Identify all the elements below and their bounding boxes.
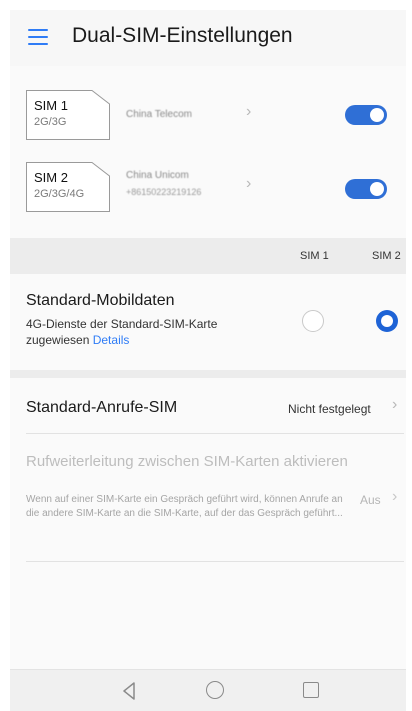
chevron-right-icon: › [392,488,398,505]
sim1-row[interactable]: SIM 1 2G/3G China Telecom › [10,90,406,160]
sim2-tech: 2G/3G/4G [34,188,85,200]
chevron-right-icon: › [392,396,398,413]
chevron-right-icon: › [246,103,252,120]
divider [26,561,404,562]
chevron-right-icon: › [246,175,252,192]
call-forwarding-value: Aus [360,493,381,507]
sim2-row[interactable]: SIM 2 2G/3G/4G China Unicom +86150223219… [10,162,406,232]
divider [26,433,404,434]
call-forwarding-desc: Wenn auf einer SIM-Karte ein Gespräch ge… [26,494,343,519]
mobile-data-sim2-radio[interactable] [376,310,398,332]
sim2-carrier: China Unicom [126,170,189,181]
call-forwarding-title: Rufweiterleitung zwischen SIM-Karten akt… [26,453,348,470]
default-calls-value: Nicht festgelegt [288,402,371,416]
menu-icon[interactable] [28,29,48,45]
back-icon[interactable] [122,682,136,700]
column-sim1: SIM 1 [300,250,329,262]
details-link[interactable]: Details [93,333,130,347]
sim1-name: SIM 1 [34,98,68,113]
sim1-toggle[interactable] [345,105,387,125]
sim-column-header: SIM 1 SIM 2 [10,238,406,274]
mobile-data-sim1-radio[interactable] [302,310,324,332]
default-calls-title: Standard-Anrufe-SIM [26,399,178,416]
sim1-tech: 2G/3G [34,116,67,128]
page-title: Dual-SIM-Einstellungen [72,24,293,47]
recents-icon[interactable] [303,682,319,698]
home-icon[interactable] [206,681,224,699]
screen: Dual-SIM-Einstellungen SIM 1 2G/3G China… [10,10,406,711]
column-sim2: SIM 2 [372,250,401,262]
sim2-name: SIM 2 [34,170,68,185]
mobile-data-title: Standard-Mobildaten [26,292,175,309]
navigation-bar [10,669,406,711]
sim1-carrier: China Telecom [126,109,192,120]
mobile-data-desc: 4G-Dienste der Standard-SIM-Karte zugewi… [26,316,226,348]
sim2-number: +86150223219126 [126,187,202,197]
app-header: Dual-SIM-Einstellungen [10,10,406,66]
sim2-toggle[interactable] [345,179,387,199]
section-divider [10,370,406,378]
